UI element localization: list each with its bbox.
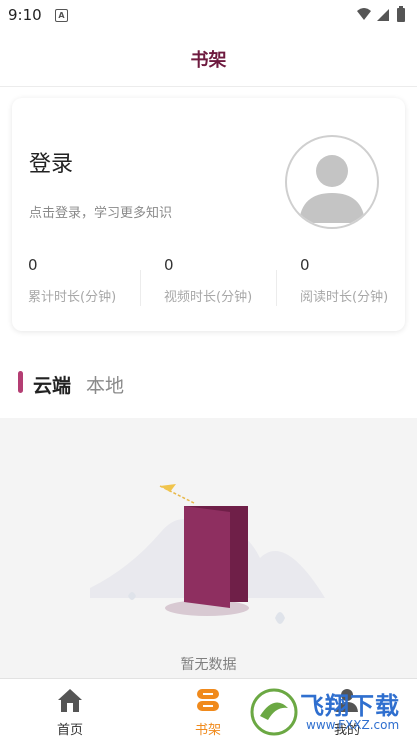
watermark-logo-icon — [250, 688, 298, 736]
login-title[interactable]: 登录 — [29, 146, 73, 178]
stat-video-time: 0 视频时长(分钟) — [164, 256, 264, 305]
status-bar: 9:10 A — [0, 0, 417, 30]
app-header: 书架 — [0, 30, 417, 87]
watermark-text: 飞翔下载 — [300, 692, 400, 720]
watermark-url: www.FXXZ.com — [306, 718, 400, 732]
nav-bookshelf[interactable]: 书架 — [168, 687, 248, 738]
home-icon — [58, 689, 82, 712]
stat-label: 累计时长(分钟) — [28, 290, 117, 305]
notification-icon: A — [55, 9, 68, 22]
wifi-icon — [357, 8, 371, 20]
user-placeholder-icon — [299, 155, 365, 223]
profile-card[interactable]: 登录 点击登录，学习更多知识 0 累计时长(分钟) 0 视频时长(分钟) 0 阅… — [12, 98, 405, 331]
empty-message: 暂无数据 — [180, 657, 237, 673]
nav-home[interactable]: 首页 — [30, 687, 110, 738]
system-status-icons — [357, 6, 405, 22]
nav-home-label: 首页 — [56, 723, 83, 738]
nav-bookshelf-label: 书架 — [194, 723, 221, 738]
stat-reading-time: 0 阅读时长(分钟) — [300, 256, 400, 305]
stat-total-time: 0 累计时长(分钟) — [28, 256, 128, 305]
stat-value: 0 — [164, 256, 174, 274]
battery-icon — [397, 8, 405, 22]
status-time: 9:10 — [8, 6, 42, 24]
stat-label: 阅读时长(分钟) — [300, 290, 389, 305]
empty-books-illustration — [90, 484, 325, 624]
signal-icon — [377, 9, 389, 21]
stat-divider — [140, 270, 141, 306]
stats-row: 0 累计时长(分钟) 0 视频时长(分钟) 0 阅读时长(分钟) — [12, 256, 405, 326]
tab-local[interactable]: 本地 — [86, 371, 124, 398]
tab-accent-bar — [18, 371, 23, 393]
stat-label: 视频时长(分钟) — [164, 290, 253, 305]
watermark: 飞翔下载 www.FXXZ.com — [250, 684, 415, 740]
tab-cloud[interactable]: 云端 — [33, 371, 71, 398]
avatar[interactable] — [285, 135, 379, 229]
stat-divider — [276, 270, 277, 306]
stat-value: 0 — [300, 256, 310, 274]
shelf-tabs: 云端 本地 — [0, 363, 417, 403]
bookshelf-icon — [197, 689, 219, 711]
stat-value: 0 — [28, 256, 38, 274]
empty-state: 暂无数据 — [0, 418, 417, 678]
page-title: 书架 — [190, 50, 227, 71]
login-subtitle[interactable]: 点击登录，学习更多知识 — [29, 202, 172, 221]
